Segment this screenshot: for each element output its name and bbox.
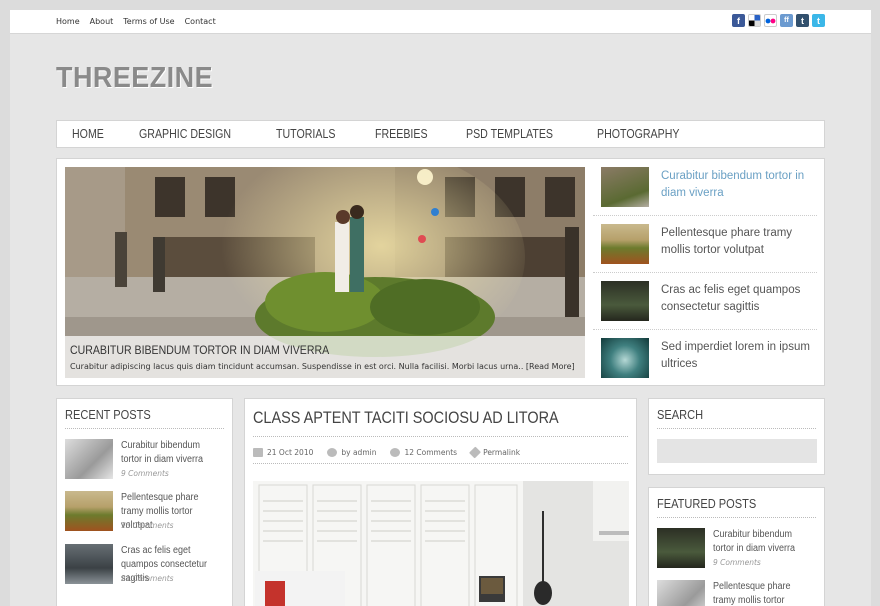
- post-comments[interactable]: 9 Comments: [121, 469, 169, 478]
- thumb-image: [601, 338, 649, 378]
- main-nav: HOME GRAPHIC DESIGN TUTORIALS FREEBIES P…: [56, 120, 825, 148]
- thumb-image: [601, 281, 649, 321]
- nav-item-home[interactable]: HOME: [72, 127, 104, 141]
- slider-caption: CURABITUR BIBENDUM TORTOR IN DIAM VIVERR…: [65, 336, 585, 378]
- slider-thumb-item[interactable]: Cras ac felis eget quampos consectetur s…: [593, 273, 817, 330]
- nav-item-graphic-design[interactable]: GRAPHIC DESIGN: [139, 127, 231, 141]
- slider-caption-title[interactable]: CURABITUR BIBENDUM TORTOR IN DIAM VIVERR…: [70, 343, 329, 357]
- thumb-image: [601, 224, 649, 264]
- post-title[interactable]: CLASS APTENT TACITI SOCIOSU AD LITORA: [253, 408, 628, 437]
- delicious-icon[interactable]: [748, 14, 761, 27]
- user-icon: [327, 448, 338, 457]
- recent-post-item[interactable]: Pellentesque phare tramy mollis tortor v…: [65, 491, 230, 543]
- top-link-home[interactable]: Home: [56, 17, 80, 26]
- social-icons: f ff t t: [732, 14, 825, 27]
- nav-item-freebies[interactable]: FREEBIES: [375, 127, 428, 141]
- post-date: 21 Oct 2010: [253, 448, 313, 457]
- calendar-icon: [253, 448, 263, 457]
- nav-item-psd-templates[interactable]: PSD TEMPLATES: [466, 127, 553, 141]
- recent-posts-title: RECENT POSTS: [65, 407, 224, 429]
- post-title[interactable]: Curabitur bibendum tortor in diam viverr…: [121, 439, 218, 467]
- thumb-title[interactable]: Sed imperdiet lorem in ipsum ultrices: [661, 339, 821, 373]
- post-featured-image[interactable]: [253, 481, 629, 606]
- post-meta: 21 Oct 2010 by admin 12 Comments Permali…: [253, 442, 628, 464]
- thumb-title[interactable]: Cras ac felis eget quampos consectetur s…: [661, 282, 821, 316]
- recent-post-item[interactable]: Cras ac felis eget quampos consectetur s…: [65, 544, 230, 596]
- top-link-terms[interactable]: Terms of Use: [123, 17, 174, 26]
- recent-post-item[interactable]: Curabitur bibendum tortor in diam viverr…: [65, 439, 230, 491]
- slider-thumb-item[interactable]: Sed imperdiet lorem in ipsum ultrices: [593, 330, 817, 387]
- main-post: CLASS APTENT TACITI SOCIOSU AD LITORA 21…: [244, 398, 637, 606]
- post-permalink[interactable]: Permalink: [469, 446, 520, 459]
- search-title: SEARCH: [657, 407, 816, 429]
- post-title[interactable]: Curabitur bibendum tortor in diam viverr…: [713, 528, 810, 556]
- thumb-title[interactable]: Pellentesque phare tramy mollis tortor v…: [661, 225, 821, 259]
- thumb-image: [601, 167, 649, 207]
- post-thumb: [657, 580, 705, 606]
- featured-posts-title: FEATURED POSTS: [657, 496, 816, 518]
- post-title[interactable]: Pellentesque phare tramy mollis tortor: [713, 580, 810, 606]
- slider-caption-text: Curabitur adipiscing lacus quis diam tin…: [70, 362, 575, 371]
- post-comments-link[interactable]: 12 Comments: [390, 448, 457, 457]
- featured-slider: CURABITUR BIBENDUM TORTOR IN DIAM VIVERR…: [56, 158, 825, 386]
- post-author[interactable]: by admin: [327, 448, 376, 457]
- featured-post-item[interactable]: Curabitur bibendum tortor in diam viverr…: [657, 528, 822, 580]
- tumblr-icon[interactable]: t: [796, 14, 809, 27]
- post-comments[interactable]: 9 Comments: [713, 558, 761, 567]
- nav-item-photography[interactable]: PHOTOGRAPHY: [597, 127, 679, 141]
- post-photo: [253, 481, 629, 606]
- search-input[interactable]: [657, 439, 817, 463]
- thumb-title[interactable]: Curabitur bibendum tortor in diam viverr…: [661, 168, 821, 202]
- top-link-contact[interactable]: Contact: [185, 17, 216, 26]
- friendfeed-icon[interactable]: ff: [780, 14, 793, 27]
- slider-thumb-item[interactable]: Pellentesque phare tramy mollis tortor v…: [593, 216, 817, 273]
- featured-post-item[interactable]: Pellentesque phare tramy mollis tortor: [657, 580, 822, 606]
- post-thumb: [657, 528, 705, 568]
- facebook-icon[interactable]: f: [732, 14, 745, 27]
- featured-posts-widget: FEATURED POSTS Curabitur bibendum tortor…: [648, 487, 825, 606]
- post-comments[interactable]: 21 Comments: [121, 574, 174, 583]
- post-comments[interactable]: 13 Comments: [121, 521, 174, 530]
- top-link-about[interactable]: About: [90, 17, 114, 26]
- post-thumb: [65, 544, 113, 584]
- nav-item-tutorials[interactable]: TUTORIALS: [276, 127, 335, 141]
- slider-thumbnails: Curabitur bibendum tortor in diam viverr…: [593, 159, 817, 387]
- site-logo[interactable]: THREEZINE: [56, 62, 213, 95]
- link-icon: [469, 446, 482, 459]
- post-thumb: [65, 439, 113, 479]
- flickr-icon[interactable]: [764, 14, 777, 27]
- comment-icon: [390, 448, 401, 457]
- search-widget: SEARCH: [648, 398, 825, 475]
- recent-posts-widget: RECENT POSTS Curabitur bibendum tortor i…: [56, 398, 233, 606]
- post-thumb: [65, 491, 113, 531]
- top-links: Home About Terms of Use Contact: [56, 17, 216, 26]
- slider-main-image[interactable]: CURABITUR BIBENDUM TORTOR IN DIAM VIVERR…: [65, 167, 585, 378]
- top-bar: Home About Terms of Use Contact f ff t t: [10, 10, 871, 34]
- slider-thumb-item[interactable]: Curabitur bibendum tortor in diam viverr…: [593, 159, 817, 216]
- page-frame: Home About Terms of Use Contact f ff t t…: [10, 10, 871, 606]
- twitter-icon[interactable]: t: [812, 14, 825, 27]
